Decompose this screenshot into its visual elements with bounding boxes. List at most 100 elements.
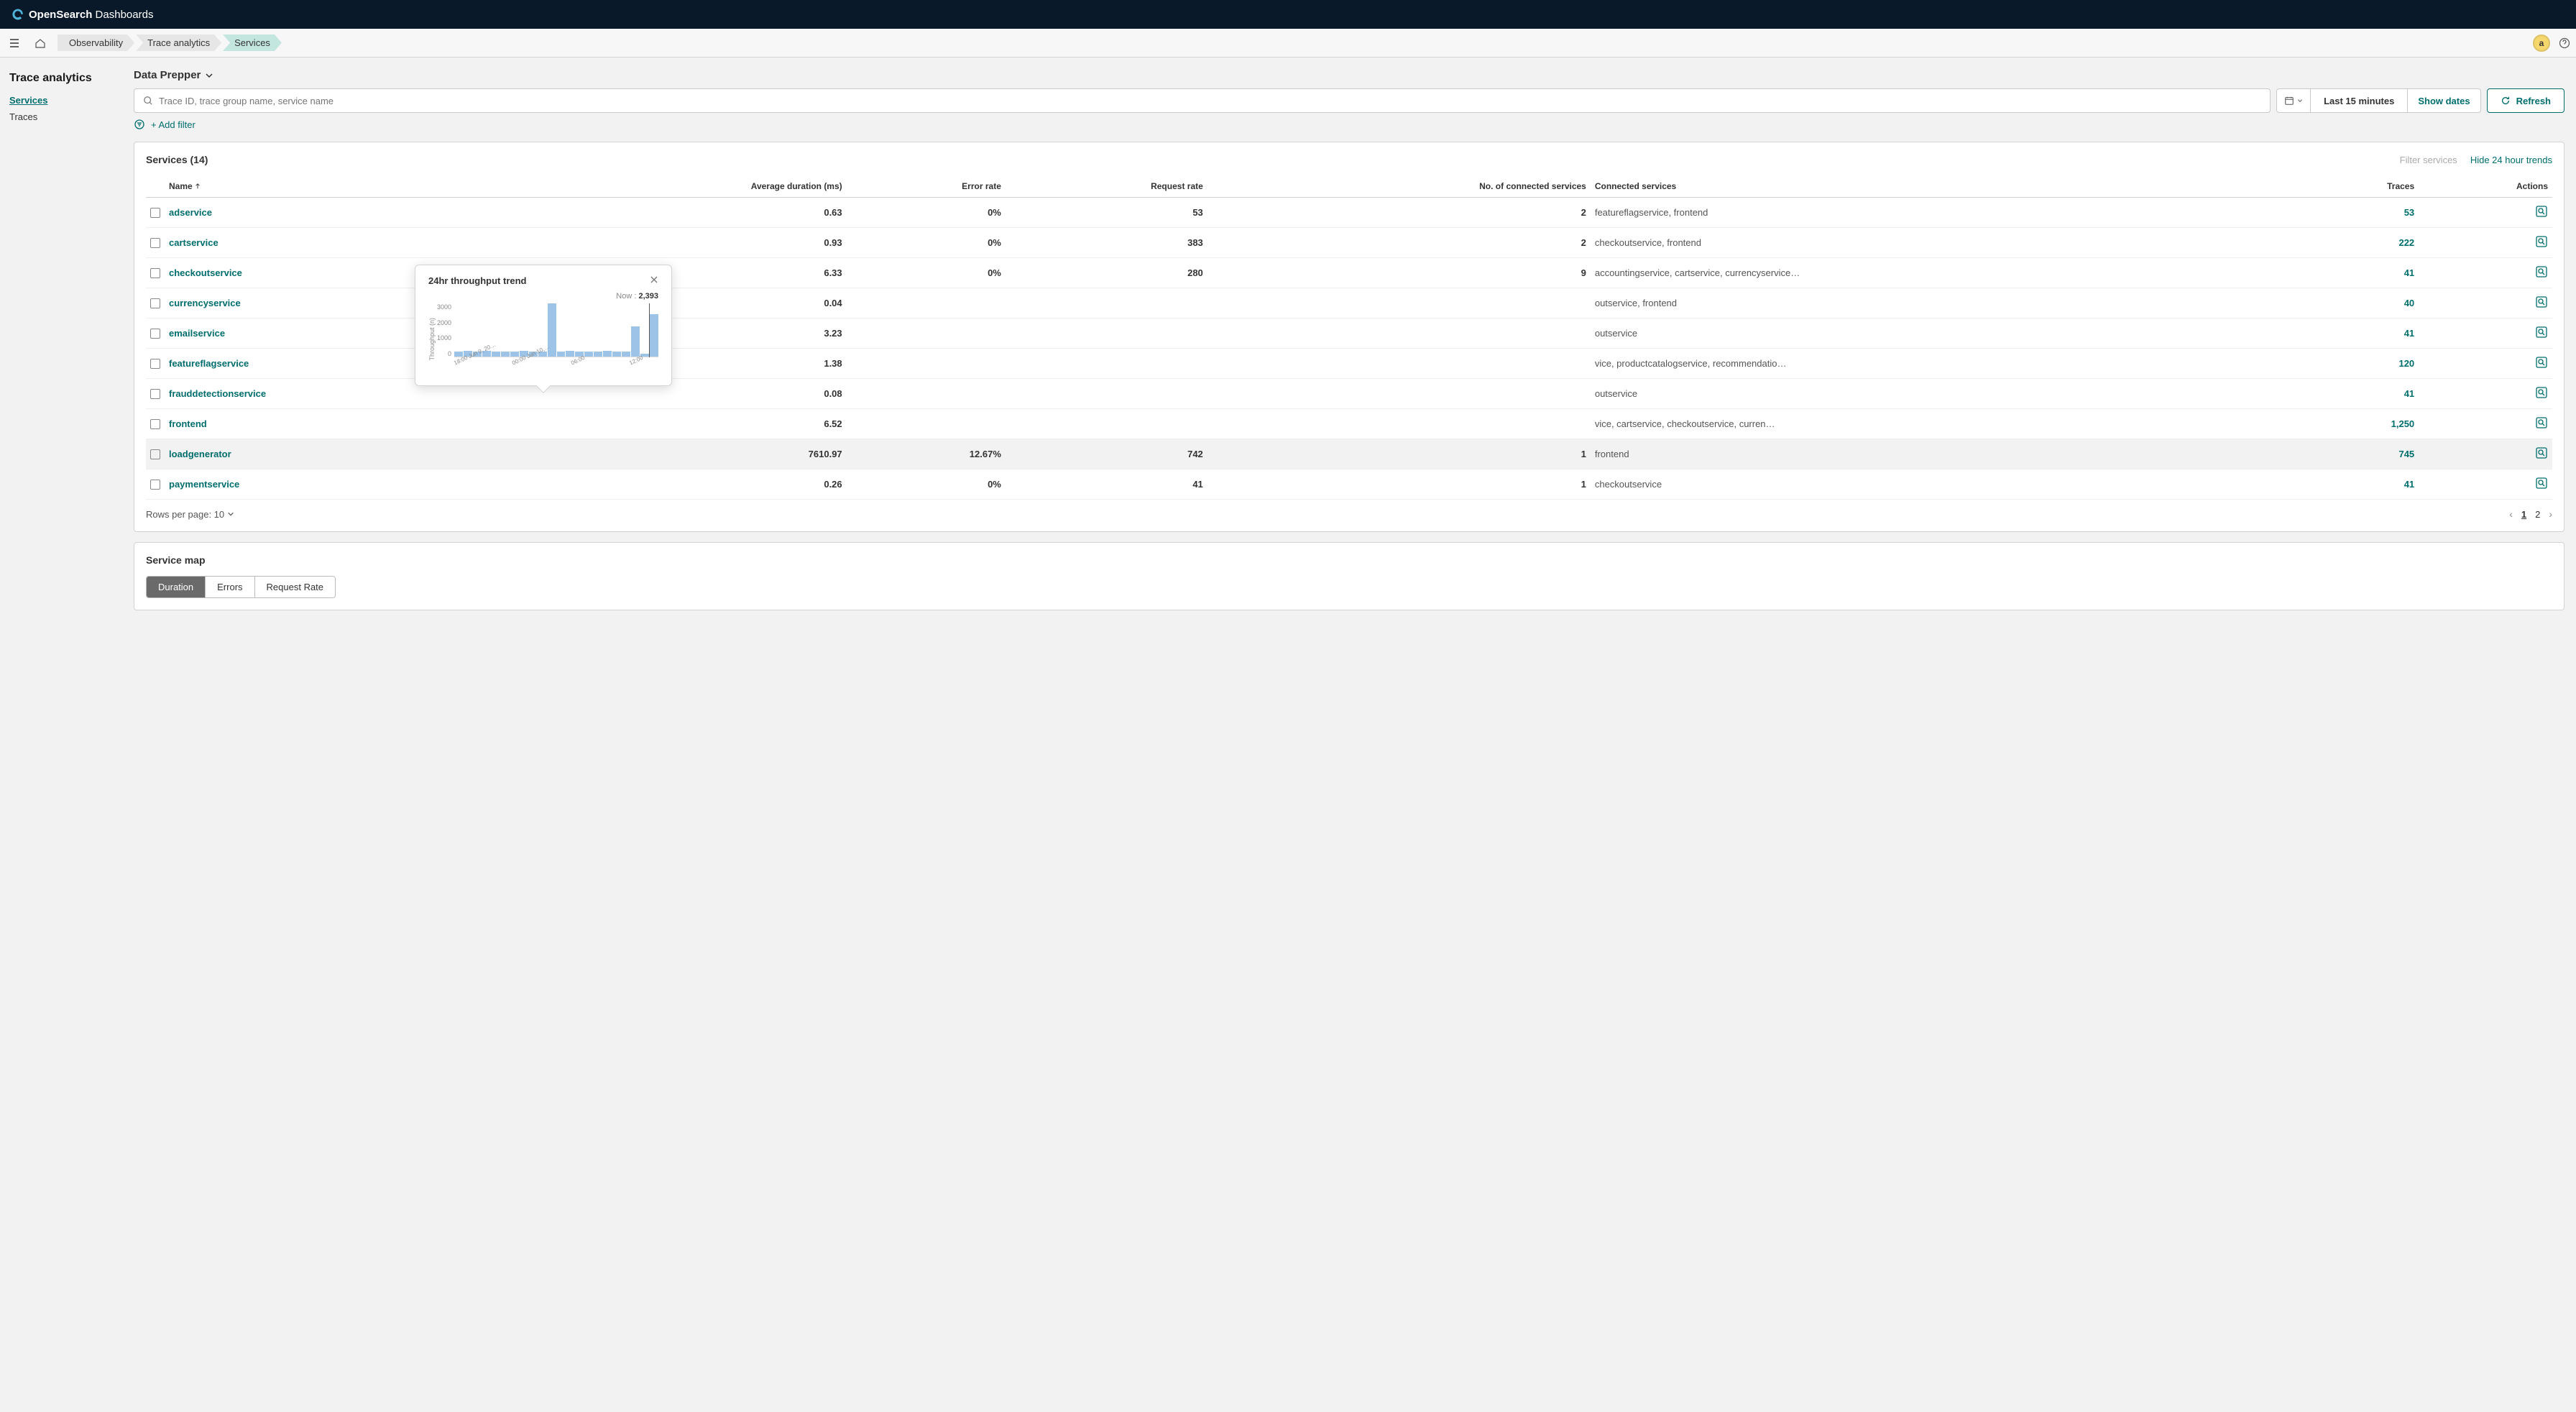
- filter-icon[interactable]: [134, 119, 145, 130]
- inspect-icon[interactable]: [2535, 326, 2548, 339]
- inspect-icon[interactable]: [2535, 235, 2548, 248]
- row-checkbox[interactable]: [150, 359, 160, 369]
- service-name-link[interactable]: featureflagservice: [169, 358, 249, 369]
- seg-errors[interactable]: Errors: [206, 577, 254, 597]
- row-checkbox[interactable]: [150, 449, 160, 459]
- popover-now: Now : 2,393: [428, 292, 658, 301]
- calendar-icon: [2284, 96, 2294, 106]
- inspect-icon[interactable]: [2535, 416, 2548, 429]
- inspect-icon[interactable]: [2535, 265, 2548, 278]
- service-name-link[interactable]: frauddetectionservice: [169, 388, 266, 399]
- row-checkbox[interactable]: [150, 480, 160, 490]
- inspect-icon[interactable]: [2535, 205, 2548, 218]
- inspect-icon[interactable]: [2535, 477, 2548, 490]
- sidebar-link-services[interactable]: Services: [9, 95, 124, 106]
- crumb-services[interactable]: Services: [223, 35, 282, 51]
- filter-services-input[interactable]: Filter services: [2400, 155, 2457, 165]
- col-traces[interactable]: Traces: [2299, 175, 2419, 198]
- sort-asc-icon: [195, 183, 201, 189]
- service-name-link[interactable]: currencyservice: [169, 298, 241, 308]
- date-quick-select[interactable]: [2277, 89, 2311, 112]
- date-range-label[interactable]: Last 15 minutes: [2311, 96, 2407, 106]
- service-name-link[interactable]: emailservice: [169, 328, 225, 339]
- traces-link[interactable]: 745: [2398, 449, 2414, 459]
- col-error-rate[interactable]: Error rate: [847, 175, 1006, 198]
- mode-selector[interactable]: Data Prepper: [134, 69, 213, 81]
- traces-link[interactable]: 222: [2398, 237, 2414, 248]
- page-1[interactable]: 1: [2521, 509, 2526, 520]
- crumb-observability[interactable]: Observability: [58, 35, 134, 51]
- crumb-trace-analytics[interactable]: Trace analytics: [136, 35, 221, 51]
- sidebar-link-traces[interactable]: Traces: [9, 111, 124, 122]
- sidebar-title: Trace analytics: [9, 72, 124, 85]
- row-checkbox[interactable]: [150, 298, 160, 308]
- home-button[interactable]: [29, 35, 52, 52]
- inspect-icon[interactable]: [2535, 446, 2548, 459]
- add-filter-button[interactable]: + Add filter: [151, 119, 196, 130]
- chevron-down-icon: [227, 510, 234, 518]
- row-checkbox[interactable]: [150, 268, 160, 278]
- inspect-icon[interactable]: [2535, 295, 2548, 308]
- row-checkbox[interactable]: [150, 208, 160, 218]
- close-icon[interactable]: [650, 275, 658, 284]
- cell-avg: 0.26: [515, 469, 847, 500]
- cell-connected: frontend: [1591, 439, 2299, 469]
- traces-link[interactable]: 41: [2404, 328, 2414, 339]
- service-name-link[interactable]: paymentservice: [169, 479, 239, 490]
- cell-connected: featureflagservice, frontend: [1591, 198, 2299, 228]
- chart-bar: [510, 352, 519, 357]
- rows-per-page-select[interactable]: Rows per page: 10: [146, 509, 234, 520]
- row-checkbox[interactable]: [150, 389, 160, 399]
- inspect-icon[interactable]: [2535, 356, 2548, 369]
- cell-req: [1006, 349, 1208, 379]
- user-avatar[interactable]: a: [2533, 35, 2550, 52]
- row-checkbox[interactable]: [150, 238, 160, 248]
- help-icon[interactable]: [2559, 37, 2570, 49]
- col-request-rate[interactable]: Request rate: [1006, 175, 1208, 198]
- col-connected-services[interactable]: Connected services: [1591, 175, 2299, 198]
- service-name-link[interactable]: frontend: [169, 418, 207, 429]
- search-box[interactable]: [134, 88, 2271, 113]
- traces-link[interactable]: 1,250: [2391, 418, 2415, 429]
- service-name-link[interactable]: adservice: [169, 207, 212, 218]
- seg-request-rate[interactable]: Request Rate: [255, 577, 336, 597]
- service-name-link[interactable]: cartservice: [169, 237, 218, 248]
- date-range-picker: Last 15 minutes Show dates: [2276, 88, 2481, 113]
- refresh-button[interactable]: Refresh: [2487, 88, 2564, 113]
- hide-trends-button[interactable]: Hide 24 hour trends: [2470, 155, 2552, 165]
- cell-nconn: 1: [1208, 469, 1591, 500]
- cell-req: 742: [1006, 439, 1208, 469]
- page-2[interactable]: 2: [2535, 509, 2540, 520]
- refresh-label: Refresh: [2516, 96, 2551, 106]
- col-connected-count[interactable]: No. of connected services: [1208, 175, 1591, 198]
- cell-req: 53: [1006, 198, 1208, 228]
- row-checkbox[interactable]: [150, 329, 160, 339]
- traces-link[interactable]: 41: [2404, 479, 2414, 490]
- traces-link[interactable]: 41: [2404, 388, 2414, 399]
- seg-duration[interactable]: Duration: [147, 577, 206, 597]
- col-avg-duration[interactable]: Average duration (ms): [515, 175, 847, 198]
- inspect-icon[interactable]: [2535, 386, 2548, 399]
- cell-nconn: 9: [1208, 258, 1591, 288]
- service-name-link[interactable]: checkoutservice: [169, 267, 242, 278]
- page-next[interactable]: ›: [2549, 508, 2552, 520]
- row-checkbox[interactable]: [150, 419, 160, 429]
- cell-nconn: 2: [1208, 198, 1591, 228]
- traces-link[interactable]: 40: [2404, 298, 2414, 308]
- cell-req: 280: [1006, 258, 1208, 288]
- cell-err: [847, 288, 1006, 318]
- page-prev[interactable]: ‹: [2509, 508, 2513, 520]
- chart-ylabel: Throughput (n): [428, 318, 436, 361]
- cell-req: [1006, 288, 1208, 318]
- search-input[interactable]: [159, 96, 2261, 106]
- show-dates-button[interactable]: Show dates: [2407, 89, 2480, 112]
- traces-link[interactable]: 53: [2404, 207, 2414, 218]
- traces-link[interactable]: 120: [2398, 358, 2414, 369]
- cell-avg: 0.93: [515, 228, 847, 258]
- mode-label: Data Prepper: [134, 69, 201, 81]
- col-name[interactable]: Name: [165, 175, 515, 198]
- service-name-link[interactable]: loadgenerator: [169, 449, 231, 459]
- table-row: cartservice0.930%3832checkoutservice, fr…: [146, 228, 2552, 258]
- nav-toggle-button[interactable]: [6, 35, 23, 52]
- traces-link[interactable]: 41: [2404, 267, 2414, 278]
